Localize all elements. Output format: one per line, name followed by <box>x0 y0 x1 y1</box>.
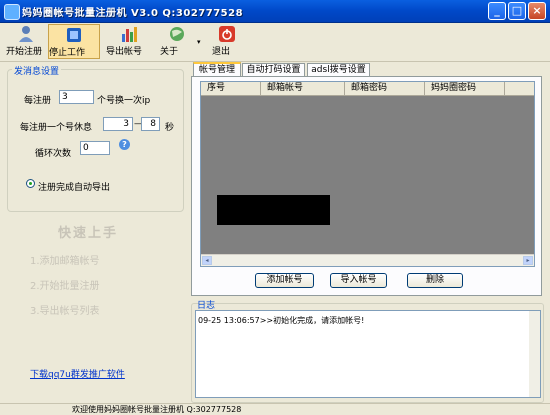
status-bar: 欢迎使用妈妈圈帐号批量注册机 Q:302777528 <box>0 403 550 415</box>
about-label: 关于 <box>160 47 179 57</box>
status-text: 欢迎使用妈妈圈帐号批量注册机 Q:302777528 <box>72 405 242 414</box>
minimize-button[interactable]: _ <box>488 2 506 20</box>
table-header: 序号 邮箱帐号 邮箱密码 妈妈圈密码 <box>201 82 534 96</box>
rest-label: 每注册一个号休息 <box>20 123 93 133</box>
vertical-scrollbar[interactable] <box>529 311 540 397</box>
loop-count-input[interactable]: 0 <box>80 141 110 155</box>
column-header-index[interactable]: 序号 <box>201 82 261 95</box>
per-register-suffix: 个号换一次ip <box>97 96 151 106</box>
stop-work-label: 停止工作 <box>49 48 86 58</box>
power-icon <box>219 26 235 42</box>
scroll-left-icon[interactable]: ◂ <box>202 256 212 265</box>
auto-export-label: 注册完成自动导出 <box>38 183 111 193</box>
rest-unit: 秒 <box>165 123 175 133</box>
column-header-mama-password[interactable]: 妈妈圈密码 <box>425 82 505 95</box>
user-icon <box>19 26 33 42</box>
per-register-label: 每注册 <box>24 96 52 106</box>
start-register-button[interactable]: 开始注册 <box>6 24 46 59</box>
rest-max-input[interactable]: 8 <box>141 117 160 131</box>
per-register-input[interactable]: 3 <box>59 90 94 104</box>
scroll-right-icon[interactable]: ▸ <box>523 256 533 265</box>
about-button[interactable]: 关于 <box>160 24 194 59</box>
close-button[interactable]: × <box>528 2 546 20</box>
quickstart-title: 快速上手 <box>58 226 119 241</box>
bar-chart-icon <box>122 27 137 42</box>
column-header-email-password[interactable]: 邮箱密码 <box>345 82 425 95</box>
quickstart-step-1: 1.添加邮箱帐号 <box>30 256 100 267</box>
horizontal-scrollbar[interactable]: ◂ ▸ <box>201 254 534 266</box>
redacted-region <box>217 195 330 225</box>
log-line: 09-25 13:06:57>>初始化完成，请添加帐号! <box>198 316 365 325</box>
rest-min-input[interactable]: 3 <box>103 117 133 131</box>
download-link[interactable]: 下载qq7u群发推广软件 <box>30 367 125 380</box>
stop-icon <box>67 28 81 42</box>
log-textbox[interactable]: 09-25 13:06:57>>初始化完成，请添加帐号! <box>195 310 541 398</box>
globe-icon <box>170 27 184 41</box>
app-icon <box>4 4 20 20</box>
loop-count-label: 循环次数 <box>35 149 72 159</box>
chevron-down-icon[interactable]: ▾ <box>197 38 201 46</box>
quickstart-step-2: 2.开始批量注册 <box>30 281 100 292</box>
auto-export-radio[interactable] <box>26 179 35 188</box>
settings-group-title: 发消息设置 <box>12 64 62 77</box>
quickstart-step-3: 3.导出帐号列表 <box>30 306 100 317</box>
start-register-label: 开始注册 <box>6 47 43 57</box>
toolbar: 开始注册 停止工作 导出帐号 关于 退出 ▾ <box>0 23 550 62</box>
exit-button[interactable]: 退出 <box>212 24 242 59</box>
maximize-button[interactable]: □ <box>508 2 526 20</box>
tab-captcha-settings[interactable]: 自动打码设置 <box>242 63 305 76</box>
help-icon[interactable]: ? <box>119 139 130 150</box>
tab-adsl-settings[interactable]: adsl拨号设置 <box>307 63 370 76</box>
add-account-button[interactable]: 添加帐号 <box>255 273 314 288</box>
exit-label: 退出 <box>212 47 231 57</box>
tab-account-management[interactable]: 帐号管理 <box>193 62 241 77</box>
window-title: 妈妈圈帐号批量注册机 V3.0 Q:302777528 <box>22 8 244 19</box>
import-account-button[interactable]: 导入帐号 <box>330 273 387 288</box>
stop-work-button[interactable]: 停止工作 <box>48 24 100 59</box>
delete-button[interactable]: 删除 <box>407 273 463 288</box>
column-header-email[interactable]: 邮箱帐号 <box>261 82 345 95</box>
export-accounts-button[interactable]: 导出帐号 <box>106 24 152 59</box>
title-bar: 妈妈圈帐号批量注册机 V3.0 Q:302777528 _ □ × <box>0 0 550 23</box>
account-table[interactable]: 序号 邮箱帐号 邮箱密码 妈妈圈密码 ◂ ▸ <box>200 81 535 267</box>
export-accounts-label: 导出帐号 <box>106 47 143 57</box>
